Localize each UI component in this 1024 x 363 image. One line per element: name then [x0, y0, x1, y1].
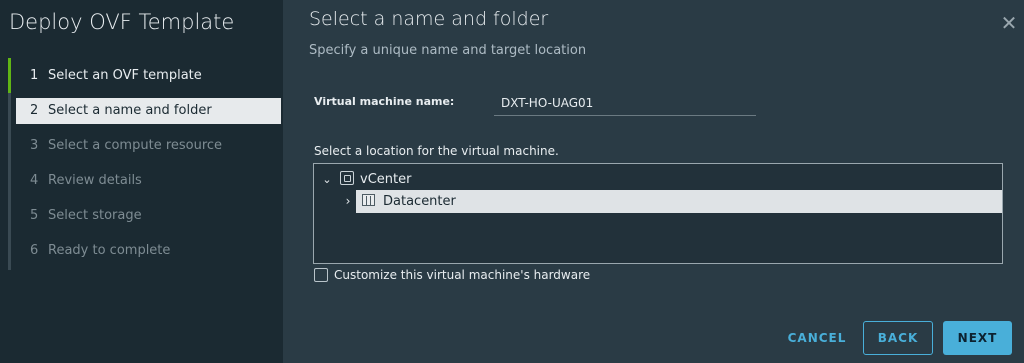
wizard-step-3: 3 Select a compute resource: [16, 133, 281, 159]
page-title: Select a name and folder: [309, 8, 549, 30]
vcenter-icon: [340, 171, 354, 185]
step-number: 1: [30, 68, 39, 83]
step-label: Select an OVF template: [48, 68, 202, 83]
customize-hardware-label: Customize this virtual machine's hardwar…: [334, 268, 591, 282]
customize-hardware-checkbox[interactable]: [314, 268, 328, 282]
step-number: 6: [30, 243, 39, 258]
chevron-down-icon[interactable]: ⌄: [320, 168, 334, 191]
tree-node-label: vCenter: [360, 172, 412, 187]
step-label: Select a compute resource: [48, 138, 223, 153]
location-label: Select a location for the virtual machin…: [314, 144, 559, 158]
step-number: 5: [30, 208, 39, 223]
wizard-step-5: 5 Select storage: [16, 203, 281, 229]
step-number: 3: [30, 138, 39, 153]
back-button[interactable]: BACK: [863, 321, 933, 355]
step-label: Select a name and folder: [48, 103, 212, 118]
tree-node-vcenter[interactable]: ⌄ vCenter: [320, 168, 411, 191]
tree-node-label: Datacenter: [383, 194, 456, 209]
vm-name-label: Virtual machine name:: [314, 95, 455, 108]
wizard-step-2[interactable]: 2 Select a name and folder: [16, 98, 281, 124]
step-label: Select storage: [48, 208, 142, 223]
datacenter-icon: [362, 194, 375, 206]
location-tree: ⌄ vCenter › Datacenter: [313, 163, 1003, 264]
tree-node-datacenter[interactable]: Datacenter: [356, 190, 1002, 213]
cancel-button[interactable]: CANCEL: [780, 321, 854, 355]
steps-rail-progress: [8, 58, 11, 93]
step-number: 4: [30, 173, 39, 188]
next-button[interactable]: NEXT: [943, 321, 1012, 355]
vm-name-input[interactable]: [494, 90, 756, 116]
wizard-step-6: 6 Ready to complete: [16, 238, 281, 264]
wizard-title: Deploy OVF Template: [9, 10, 235, 34]
close-icon[interactable]: ✕: [998, 12, 1020, 34]
wizard-step-1[interactable]: 1 Select an OVF template: [16, 63, 281, 89]
customize-hardware-option[interactable]: Customize this virtual machine's hardwar…: [314, 267, 590, 283]
wizard-step-4: 4 Review details: [16, 168, 281, 194]
page-subtitle: Specify a unique name and target locatio…: [309, 43, 587, 58]
step-label: Ready to complete: [48, 243, 171, 258]
step-number: 2: [30, 103, 39, 118]
step-label: Review details: [48, 173, 142, 188]
chevron-right-icon[interactable]: ›: [341, 190, 355, 213]
wizard-nav-pane: Deploy OVF Template 1 Select an OVF templ…: [0, 0, 283, 363]
